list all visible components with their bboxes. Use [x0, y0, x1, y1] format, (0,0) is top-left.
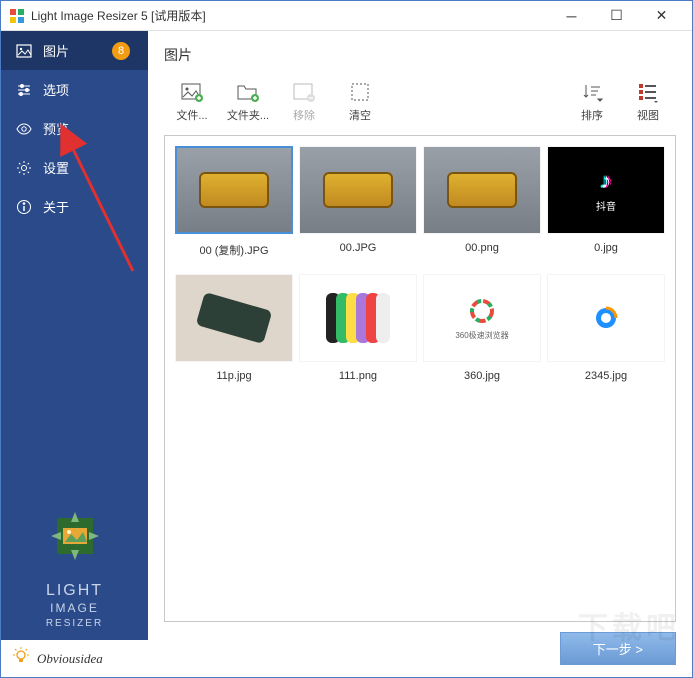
thumbnail-item[interactable]: 00.png: [423, 146, 541, 258]
sidebar-item-about[interactable]: 关于: [1, 187, 148, 226]
sidebar-item-label: 预览: [43, 119, 69, 138]
info-icon: [15, 198, 33, 216]
footer: 下一步 >: [164, 622, 676, 665]
sliders-icon: [15, 81, 33, 99]
clear-button[interactable]: 清空: [332, 79, 388, 123]
gear-icon: [15, 159, 33, 177]
app-icon: [9, 8, 25, 24]
sidebar: 图片 8 选项 预览 设置 关于 LIGHT IMAGE: [1, 31, 148, 677]
main-panel: 图片 文件... 文件夹... 移除 清空: [148, 31, 692, 677]
brand-text: Obviousidea: [37, 651, 103, 667]
thumbnail-label: 11p.jpg: [175, 370, 293, 382]
thumbnail-item[interactable]: 360极速浏览器 360.jpg: [423, 274, 541, 382]
sidebar-item-settings[interactable]: 设置: [1, 148, 148, 187]
thumbnail-grid: 00 (复制).JPG 00.JPG 00.png ♪抖音 0.jpg: [164, 135, 676, 622]
sidebar-item-label: 关于: [43, 197, 69, 216]
thumbnail-item[interactable]: ♪抖音 0.jpg: [547, 146, 665, 258]
add-folder-icon: [220, 79, 276, 105]
toolbar: 文件... 文件夹... 移除 清空 排序: [164, 79, 676, 123]
image-icon: [15, 42, 33, 60]
window-controls: ─ ☐ ✕: [549, 2, 684, 30]
view-icon: [620, 79, 676, 105]
sidebar-item-label: 设置: [43, 158, 69, 177]
thumbnail-item[interactable]: 00.JPG: [299, 146, 417, 258]
thumbnail-label: 2345.jpg: [547, 370, 665, 382]
thumbnail-label: 00 (复制).JPG: [175, 242, 293, 258]
count-badge: 8: [112, 42, 130, 60]
add-file-icon: [164, 79, 220, 105]
window-title: Light Image Resizer 5 [试用版本]: [31, 7, 549, 24]
brand-footer[interactable]: Obviousidea: [1, 640, 148, 677]
thumbnail-label: 00.JPG: [299, 242, 417, 254]
sidebar-item-images[interactable]: 图片 8: [1, 31, 148, 70]
thumbnail-label: 360.jpg: [423, 370, 541, 382]
thumbnail-label: 00.png: [423, 242, 541, 254]
eye-icon: [15, 120, 33, 138]
bulb-icon: [11, 646, 31, 671]
sidebar-item-preview[interactable]: 预览: [1, 109, 148, 148]
logo-line3: RESIZER: [11, 617, 138, 630]
thumbnail-label: 111.png: [299, 370, 417, 382]
add-folder-button[interactable]: 文件夹...: [220, 79, 276, 123]
thumbnail-item[interactable]: 111.png: [299, 274, 417, 382]
logo-line1: LIGHT: [11, 581, 138, 602]
remove-button[interactable]: 移除: [276, 79, 332, 123]
maximize-button[interactable]: ☐: [594, 2, 639, 30]
remove-icon: [276, 79, 332, 105]
sidebar-logo: LIGHT IMAGE RESIZER: [1, 502, 148, 640]
sidebar-item-options[interactable]: 选项: [1, 70, 148, 109]
sidebar-item-label: 图片: [43, 41, 69, 60]
add-file-button[interactable]: 文件...: [164, 79, 220, 123]
minimize-button[interactable]: ─: [549, 2, 594, 30]
close-button[interactable]: ✕: [639, 2, 684, 30]
sort-icon: [564, 79, 620, 105]
sidebar-item-label: 选项: [43, 80, 69, 99]
thumbnail-item[interactable]: 2345.jpg: [547, 274, 665, 382]
sort-button[interactable]: 排序: [564, 79, 620, 123]
view-button[interactable]: 视图: [620, 79, 676, 123]
titlebar: Light Image Resizer 5 [试用版本] ─ ☐ ✕: [1, 1, 692, 31]
thumbnail-item[interactable]: 11p.jpg: [175, 274, 293, 382]
main-heading: 图片: [164, 45, 676, 65]
thumbnail-item[interactable]: 00 (复制).JPG: [175, 146, 293, 258]
logo-line2: IMAGE: [11, 601, 138, 617]
next-button[interactable]: 下一步 >: [560, 632, 676, 665]
clear-icon: [332, 79, 388, 105]
thumbnail-label: 0.jpg: [547, 242, 665, 254]
